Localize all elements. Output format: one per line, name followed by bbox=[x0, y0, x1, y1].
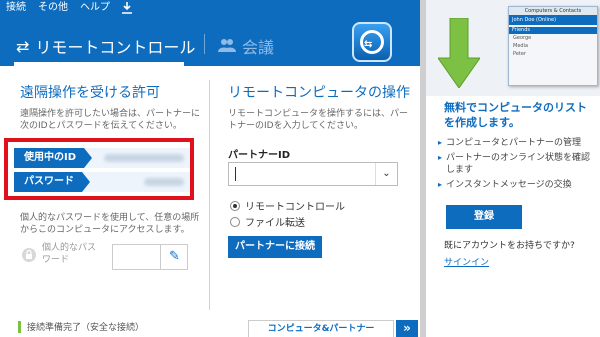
mini-contact: Peter bbox=[513, 51, 527, 57]
pencil-icon[interactable]: ✎ bbox=[160, 244, 188, 270]
text-caret bbox=[235, 167, 236, 181]
partner-id-label: パートナーID bbox=[228, 150, 291, 161]
download-icon[interactable] bbox=[122, 2, 132, 14]
tab-remote-label: リモートコントロール bbox=[35, 38, 196, 57]
contacts-preview-image: Computers & Contacts John Doe (Online) F… bbox=[508, 6, 598, 86]
has-account-text: 既にアカウントをお持ちですか? bbox=[444, 241, 575, 251]
logo-arrows-icon: ⇆ bbox=[364, 39, 373, 50]
expand-icon[interactable]: » bbox=[396, 320, 418, 337]
radio-remote-dot[interactable] bbox=[230, 200, 240, 211]
connect-button[interactable]: パートナーに接続 bbox=[228, 236, 322, 258]
computers-contacts-tab[interactable]: コンピュータ&パートナー bbox=[248, 320, 394, 337]
password-value-blurred bbox=[144, 178, 184, 186]
password-row: パスワード bbox=[14, 172, 190, 192]
menu-bar: 接続 その他 ヘルプ bbox=[0, 0, 420, 16]
your-id-row: 使用中のID bbox=[14, 148, 190, 168]
radio-remote-control[interactable]: リモートコントロール bbox=[230, 198, 345, 213]
radio-file-transfer[interactable]: ファイル転送 bbox=[230, 214, 305, 229]
promo-title: 無料でコンピュータのリストを作成します。 bbox=[444, 101, 587, 129]
mini-user: John Doe (Online) bbox=[509, 15, 597, 25]
mini-group: Friends bbox=[509, 27, 597, 34]
lock-icon bbox=[22, 248, 36, 262]
tab-remote-control[interactable]: ⇄ リモートコントロール bbox=[16, 34, 195, 58]
status-bar: 接続準備完了（安全な接続） bbox=[18, 320, 144, 333]
menu-help[interactable]: ヘルプ bbox=[80, 0, 110, 16]
tab-separator bbox=[204, 34, 205, 54]
feature-bullet: パートナーのオンライン状態を確認します bbox=[438, 152, 594, 176]
status-text: 接続準備完了（安全な接続） bbox=[27, 323, 145, 333]
tab-meeting[interactable]: 会議 bbox=[218, 34, 274, 58]
menu-connect[interactable]: 接続 bbox=[6, 0, 26, 16]
column-divider bbox=[209, 80, 210, 310]
password-label: パスワード bbox=[14, 172, 90, 192]
status-indicator bbox=[18, 320, 21, 333]
control-remote-title: リモートコンピュータの操作 bbox=[228, 85, 410, 101]
allow-remote-desc: 遠隔操作を許可したい場合は、パートナーに次のIDとパスワードを伝えてください。 bbox=[20, 109, 201, 131]
chevron-down-icon[interactable]: ⌄ bbox=[375, 163, 397, 185]
control-remote-desc: リモートコンピュータを操作するには、パートナーのIDを入力してください。 bbox=[228, 109, 409, 131]
your-id-value-blurred bbox=[104, 154, 184, 162]
arrows-icon: ⇄ bbox=[16, 36, 30, 56]
mini-title: Computers & Contacts bbox=[509, 7, 597, 15]
mini-contact: Media bbox=[513, 43, 529, 49]
radio-file-dot[interactable] bbox=[230, 216, 240, 227]
radio-remote-label: リモートコントロール bbox=[245, 202, 345, 213]
main-area bbox=[0, 66, 420, 337]
menu-other[interactable]: その他 bbox=[38, 0, 68, 16]
mini-contact: George bbox=[513, 35, 532, 41]
personal-password-label: 個人的なパスワード bbox=[42, 243, 97, 265]
personal-password-desc: 個人的なパスワードを使用して、任意の場所からこのコンピュータにアクセスします。 bbox=[20, 213, 200, 235]
feature-bullet: コンピュータとパートナーの管理 bbox=[438, 137, 594, 149]
register-button[interactable]: 登録 bbox=[446, 205, 522, 229]
signin-link[interactable]: サインイン bbox=[444, 255, 489, 268]
allow-remote-title: 遠隔操作を受ける許可 bbox=[20, 85, 160, 101]
header: ⇄ リモートコントロール 会議 ⇆ bbox=[0, 16, 420, 66]
radio-file-label: ファイル転送 bbox=[245, 218, 305, 229]
tab-meeting-label: 会議 bbox=[242, 38, 275, 57]
feature-bullet: インスタントメッセージの交換 bbox=[438, 179, 594, 191]
your-id-label: 使用中のID bbox=[14, 148, 93, 168]
partner-id-input[interactable]: ⌄ bbox=[228, 162, 398, 186]
teamviewer-logo: ⇆ bbox=[352, 22, 392, 62]
people-icon bbox=[218, 37, 236, 56]
green-arrow-icon bbox=[437, 17, 481, 89]
